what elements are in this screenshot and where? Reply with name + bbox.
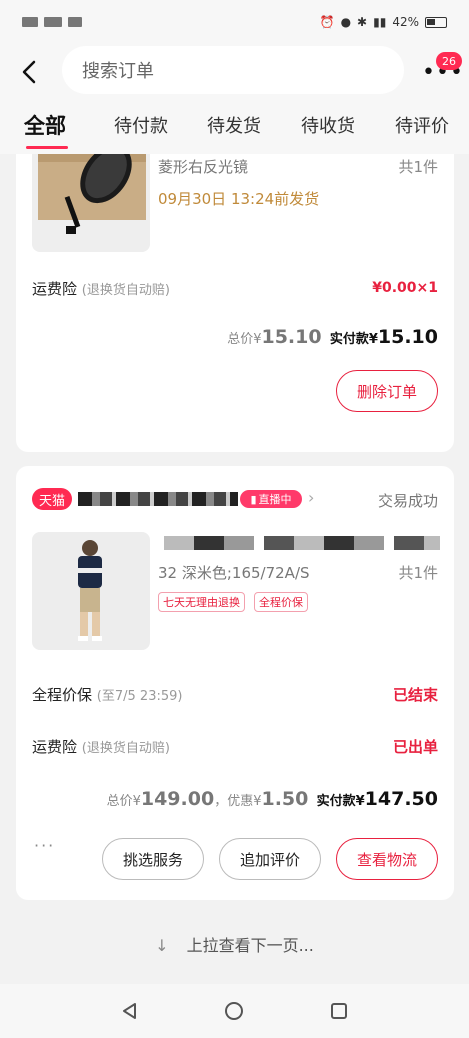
- live-streaming-badge[interactable]: ▮ 直播中: [240, 490, 302, 508]
- shipping-insurance-label: 运费险 (退换货自动赔): [32, 278, 170, 299]
- total-label: 总价¥: [227, 332, 262, 347]
- shipping-insurance-status: 已出单: [392, 738, 438, 756]
- search-placeholder: 搜索订单: [82, 61, 154, 82]
- down-arrow-icon: ↓: [155, 936, 169, 955]
- discount-label: ，优惠¥: [214, 794, 262, 809]
- paid-value: 15.10: [377, 326, 438, 348]
- bluetooth-icon: ✱: [357, 15, 368, 29]
- live-bars-icon: ▮: [250, 492, 257, 506]
- location-icon: ●: [340, 15, 352, 29]
- insurance-label-sub: (退换货自动赔): [81, 283, 170, 298]
- product-thumbnail[interactable]: [32, 532, 150, 650]
- insurance-label-text: 运费险: [32, 280, 78, 298]
- more-menu-button[interactable]: ••• 26: [420, 52, 463, 86]
- active-tab-indicator: [26, 146, 68, 149]
- load-more-hint: ↓ 上拉查看下一页...: [0, 932, 469, 956]
- product-thumbnail[interactable]: [32, 154, 150, 252]
- product-title-redacted: [164, 536, 440, 550]
- product-spec: 32 深米色;165/72A/S: [158, 564, 310, 582]
- alarm-icon: ⏰: [319, 15, 335, 29]
- back-button[interactable]: [14, 52, 44, 92]
- paid-label: 实付款¥: [316, 794, 365, 809]
- back-arrow-icon: [22, 60, 36, 84]
- total-value: 149.00: [140, 788, 215, 810]
- add-review-button[interactable]: 追加评价: [219, 838, 321, 880]
- order-total: 总价¥149.00，优惠¥1.50 实付款¥147.50: [107, 788, 438, 810]
- price-protect-label-sub: (至7/5 23:59): [96, 689, 183, 704]
- live-badge-text: 直播中: [258, 493, 292, 506]
- tab-pending-receipt[interactable]: 待收货: [301, 112, 355, 138]
- nav-back-icon[interactable]: [120, 1001, 140, 1021]
- chevron-right-icon: ›: [308, 488, 315, 507]
- order-tabs: 全部 待付款 待发货 待收货 待评价: [0, 98, 469, 154]
- status-right-icons: ⏰ ● ✱ ▮▮ 42%: [320, 15, 447, 29]
- tab-all[interactable]: 全部: [24, 110, 66, 140]
- store-name-redacted[interactable]: [78, 492, 238, 506]
- order-total: 总价¥15.10 实付款¥15.10: [227, 326, 438, 348]
- price-protection-tag: 全程价保: [254, 592, 308, 612]
- discount-value: 1.50: [261, 788, 309, 810]
- order-status: 交易成功: [377, 492, 438, 510]
- price-protection-status: 已结束: [392, 686, 438, 704]
- paid-value: 147.50: [364, 788, 438, 810]
- return-policy-tag: 七天无理由退换: [158, 592, 245, 612]
- system-nav-bar: [0, 984, 469, 1038]
- shipping-insurance-value: ¥0.00×1: [372, 280, 438, 296]
- status-left-icons: [22, 17, 82, 27]
- ship-deadline: 09月30日 13:24前发货: [158, 190, 320, 208]
- view-logistics-button[interactable]: 查看物流: [336, 838, 438, 880]
- tmall-badge: 天猫: [32, 488, 72, 510]
- price-protection-label: 全程价保 (至7/5 23:59): [32, 684, 182, 705]
- mirror-product-image: [32, 154, 150, 252]
- tab-pending-shipment[interactable]: 待发货: [207, 112, 261, 138]
- price-protect-label-text: 全程价保: [32, 686, 93, 704]
- tab-pending-payment[interactable]: 待付款: [114, 112, 168, 138]
- more-actions-button[interactable]: ···: [34, 836, 55, 855]
- order-list[interactable]: 菱形右反光镜 共1件 09月30日 13:24前发货 运费险 (退换货自动赔) …: [0, 154, 469, 984]
- battery-icon: [425, 16, 447, 28]
- nav-recents-icon[interactable]: [329, 1001, 349, 1021]
- order-card[interactable]: 菱形右反光镜 共1件 09月30日 13:24前发货 运费险 (退换货自动赔) …: [16, 154, 454, 452]
- battery-percent: 42%: [392, 15, 419, 29]
- status-bar: ⏰ ● ✱ ▮▮ 42%: [0, 0, 469, 46]
- product-spec: 菱形右反光镜: [158, 158, 249, 176]
- product-quantity: 共1件: [398, 158, 438, 176]
- order-card[interactable]: 天猫 ▮ 直播中 › 交易成功 32 深米色;165/72A/S 共1件 七天无理…: [16, 466, 454, 900]
- select-service-button[interactable]: 挑选服务: [102, 838, 204, 880]
- search-input[interactable]: 搜索订单: [62, 46, 404, 94]
- total-label: 总价¥: [106, 794, 141, 809]
- insurance-label-text: 运费险: [32, 738, 78, 756]
- header: 搜索订单 ••• 26: [0, 46, 469, 98]
- load-more-text: 上拉查看下一页...: [186, 936, 314, 955]
- shipping-insurance-label: 运费险 (退换货自动赔): [32, 736, 170, 757]
- insurance-label-sub: (退换货自动赔): [81, 741, 170, 756]
- message-badge: 26: [436, 52, 462, 70]
- nav-home-icon[interactable]: [224, 1001, 244, 1021]
- apparel-product-image: [32, 532, 150, 650]
- delete-order-button[interactable]: 删除订单: [336, 370, 438, 412]
- paid-label: 实付款¥: [329, 332, 378, 347]
- product-quantity: 共1件: [398, 564, 438, 582]
- total-value: 15.10: [261, 326, 322, 348]
- signal-icon: ▮▮: [373, 15, 387, 29]
- tab-pending-review[interactable]: 待评价: [395, 112, 449, 138]
